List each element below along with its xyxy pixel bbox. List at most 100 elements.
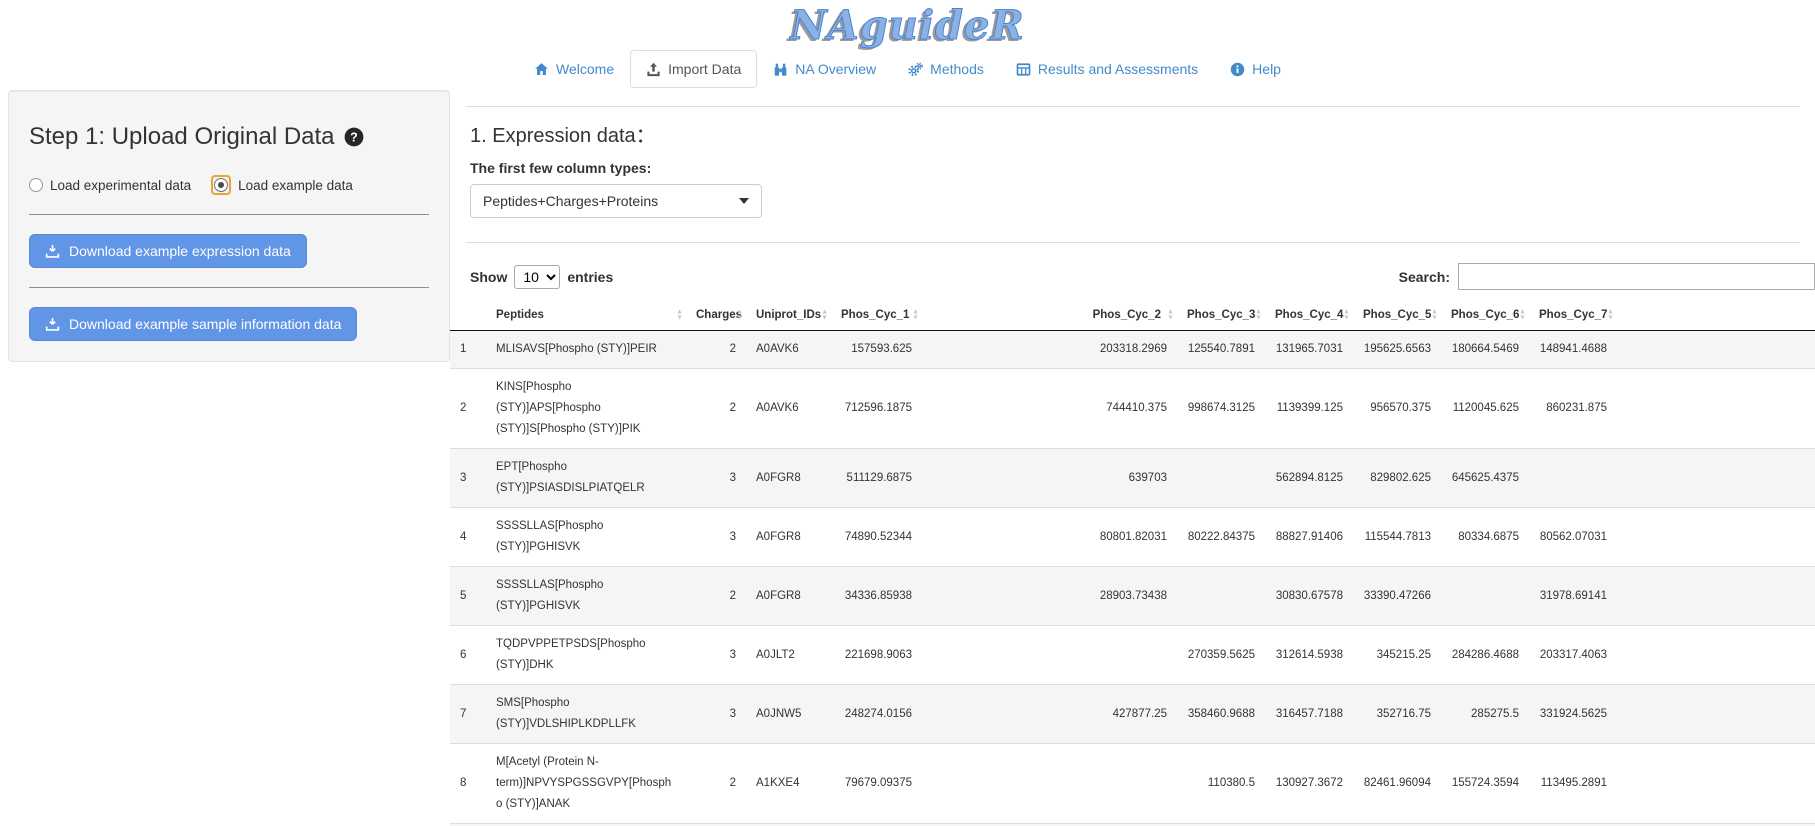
cell-row-index: 7 [450,685,486,744]
radio-load-experimental[interactable]: Load experimental data [29,178,191,193]
cell-phos-cyc-4: 562894.8125 [1265,449,1353,508]
sort-icons[interactable]: ▲▼ [1167,310,1174,321]
table-row: 4SSSSLLAS[Phospho (STY)]PGHISVK3A0FGR874… [450,508,1815,567]
cell-uniprot-id: A0FGR8 [746,508,831,567]
col-header-phos-cyc-4[interactable]: Phos_Cyc_4▲▼ [1265,300,1353,331]
tab-welcome[interactable]: Welcome [518,50,630,88]
col-header-phos-cyc-6[interactable]: Phos_Cyc_6▲▼ [1441,300,1529,331]
sort-icons[interactable]: ▲▼ [736,310,743,321]
cell-phos-cyc-1: 221698.9063 [831,626,922,685]
cell-row-index: 4 [450,508,486,567]
sort-icons[interactable]: ▲▼ [1519,310,1526,321]
cell-phos-cyc-6: 180664.5469 [1441,331,1529,369]
binoculars-icon [773,62,788,77]
sort-icons[interactable]: ▲▼ [1255,310,1262,321]
info-icon [1230,62,1245,77]
show-label: Show [470,269,507,285]
cell-phos-cyc-3: 998674.3125 [1177,369,1265,449]
col-header-phos-cyc-7[interactable]: Phos_Cyc_7▲▼ [1529,300,1617,331]
entries-select[interactable]: 10 [514,265,560,289]
data-source-radio-group: Load experimental data Load example data [29,175,429,195]
cell-filler [1617,508,1815,567]
divider [466,106,1800,107]
main-panel: 1. Expression data： The first few column… [450,88,1815,826]
cell-uniprot-id: A0AVK6 [746,331,831,369]
sort-icons[interactable]: ▲▼ [912,310,919,321]
cell-phos-cyc-7: 860231.875 [1529,369,1617,449]
cell-phos-cyc-5: 115544.7813 [1353,508,1441,567]
table-body: 1MLISAVS[Phospho (STY)]PEIR2A0AVK6157593… [450,331,1815,826]
nav-tabs: Welcome Import Data NA Overview Methods … [0,50,1815,88]
column-types-label: The first few column types: [470,160,1815,176]
tab-na-overview[interactable]: NA Overview [757,50,892,88]
col-header-filler [1617,300,1815,331]
column-types-select[interactable]: Peptides+Charges+Proteins [470,184,762,218]
cell-phos-cyc-1: 157593.625 [831,331,922,369]
cell-phos-cyc-7 [1529,449,1617,508]
sort-icons[interactable]: ▲▼ [821,310,828,321]
tab-methods[interactable]: Methods [892,50,1000,88]
sort-icons[interactable]: ▲▼ [1607,310,1614,321]
cell-phos-cyc-4: 88827.91406 [1265,508,1353,567]
download-expression-button[interactable]: Download example expression data [29,234,307,268]
download-sample-info-button[interactable]: Download example sample information data [29,307,357,341]
table-row: 8M[Acetyl (Protein N-term)]NPVYSPGSSGVPY… [450,744,1815,824]
cell-filler [1617,331,1815,369]
cell-phos-cyc-5: 829802.625 [1353,449,1441,508]
cell-charges: 3 [686,626,746,685]
help-question-icon[interactable]: ? [344,127,364,147]
col-header-uniprot-ids[interactable]: Uniprot_IDs▲▼ [746,300,831,331]
tab-import-data[interactable]: Import Data [630,50,757,88]
tab-results-assessments[interactable]: Results and Assessments [1000,50,1214,88]
divider [29,287,429,288]
tab-label: Results and Assessments [1038,61,1198,77]
tab-help[interactable]: Help [1214,50,1297,88]
gears-icon [908,62,923,77]
cell-charges: 3 [686,685,746,744]
cell-phos-cyc-3: 80222.84375 [1177,508,1265,567]
home-icon [534,62,549,77]
cell-phos-cyc-7: 31978.69141 [1529,567,1617,626]
col-header-peptides[interactable]: Peptides▲▼ [486,300,686,331]
tab-label: Import Data [668,61,741,77]
cell-peptide: SSSSLLAS[Phospho (STY)]PGHISVK [486,508,686,567]
cell-filler [1617,626,1815,685]
sort-icons[interactable]: ▲▼ [676,310,683,321]
cell-phos-cyc-7: 148941.4688 [1529,331,1617,369]
table-row: 2KINS[Phospho (STY)]APS[Phospho (STY)]S[… [450,369,1815,449]
app-header: NAguideR Welcome Import Data NA Overview… [0,0,1815,88]
sort-icons[interactable]: ▲▼ [1431,310,1438,321]
sort-icons[interactable]: ▲▼ [1343,310,1350,321]
table-icon [1016,62,1031,77]
cell-charges: 2 [686,331,746,369]
button-label: Download example sample information data [69,316,341,332]
cell-phos-cyc-2: 744410.375 [922,369,1177,449]
col-header-phos-cyc-3[interactable]: Phos_Cyc_3▲▼ [1177,300,1265,331]
app-logo: NAguideR [0,0,1815,49]
cell-phos-cyc-5: 345215.25 [1353,626,1441,685]
col-header-phos-cyc-2[interactable]: Phos_Cyc_2▲▼ [922,300,1177,331]
datatable-controls: Show 10 entries Search: [470,263,1815,290]
cell-phos-cyc-5: 33390.47266 [1353,567,1441,626]
cell-phos-cyc-3 [1177,567,1265,626]
cell-phos-cyc-4: 131965.7031 [1265,331,1353,369]
entries-label: entries [567,269,613,285]
cell-phos-cyc-1: 248274.0156 [831,685,922,744]
col-header-phos-cyc-5[interactable]: Phos_Cyc_5▲▼ [1353,300,1441,331]
download-icon [45,317,60,332]
search-input[interactable] [1458,263,1815,290]
col-header-rownum [450,300,486,331]
cell-phos-cyc-7: 203317.4063 [1529,626,1617,685]
cell-row-index: 3 [450,449,486,508]
col-header-phos-cyc-1[interactable]: Phos_Cyc_1▲▼ [831,300,922,331]
col-header-charges[interactable]: Charges▲▼ [686,300,746,331]
tab-label: Welcome [556,61,614,77]
cell-peptide: EPT[Phospho (STY)]PSIASDISLPIATQELR [486,449,686,508]
cell-peptide: SMS[Phospho (STY)]VDLSHIPLKDPLLFK [486,685,686,744]
cell-phos-cyc-6: 80334.6875 [1441,508,1529,567]
cell-peptide: M[Acetyl (Protein N-term)]NPVYSPGSSGVPY[… [486,744,686,824]
radio-load-example[interactable]: Load example data [211,175,353,195]
chevron-down-icon [739,198,749,204]
cell-row-index: 1 [450,331,486,369]
panel-title-row: Step 1: Upload Original Data ? [29,123,429,151]
